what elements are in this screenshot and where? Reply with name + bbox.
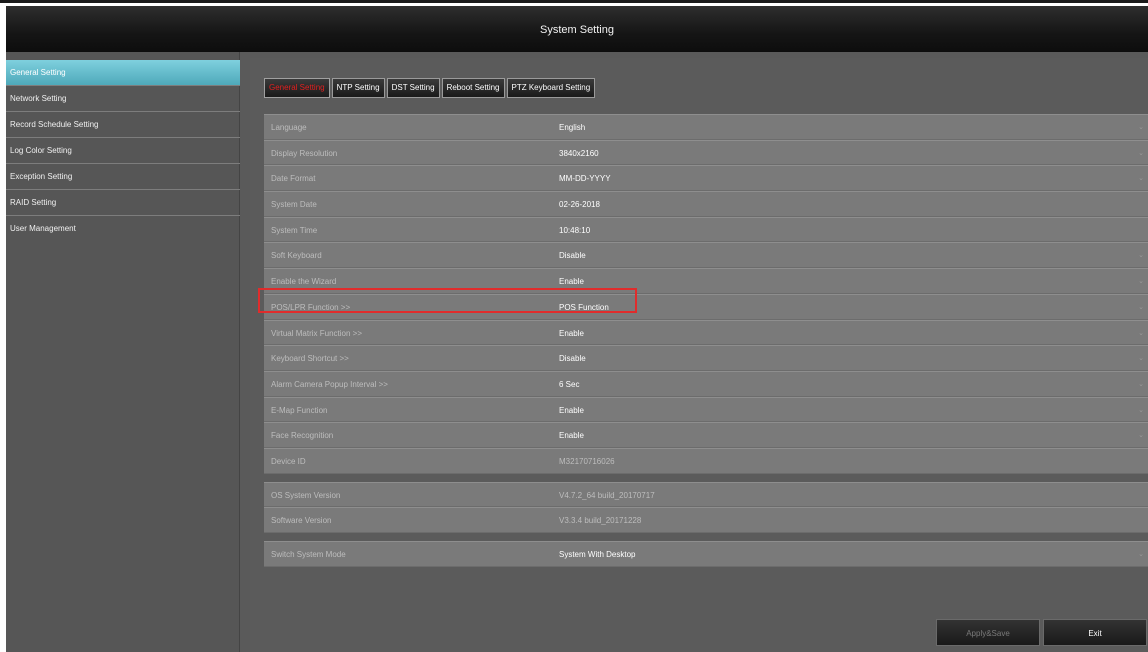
setting-label: Enable the Wizard	[271, 277, 337, 287]
setting-label: Face Recognition	[271, 431, 334, 441]
setting-value-dropdown[interactable]: Disable	[559, 354, 586, 363]
sidebar-item-log-color-setting[interactable]: Log Color Setting	[6, 138, 240, 164]
setting-value-dropdown[interactable]: 6 Sec	[559, 380, 579, 389]
tab-dst-setting[interactable]: DST Setting	[386, 78, 440, 98]
setting-label: System Time	[271, 225, 318, 235]
setting-row-e-map-function[interactable]: E-Map Function Enable ⌄	[264, 396, 1148, 423]
setting-row-display-resolution[interactable]: Display Resolution 3840x2160 ⌄	[264, 139, 1148, 166]
setting-value-dropdown[interactable]: Enable	[559, 431, 584, 440]
sidebar-nav: General Setting Network Setting Record S…	[6, 52, 240, 652]
sidebar-item-raid-setting[interactable]: RAID Setting	[6, 190, 240, 216]
setting-row-pos-lpr-function[interactable]: POS/LPR Function >> POS Function ⌄	[264, 293, 1148, 320]
setting-row-device-id: Device ID M32170716026	[264, 447, 1148, 474]
setting-value-readonly: V3.3.4 build_20171228	[559, 516, 642, 526]
chevron-down-icon[interactable]: ⌄	[1138, 123, 1144, 131]
setting-row-system-time[interactable]: System Time 10:48:10	[264, 216, 1148, 243]
sidebar-item-exception-setting[interactable]: Exception Setting	[6, 164, 240, 190]
setting-label: Software Version	[271, 516, 332, 526]
setting-value-dropdown[interactable]: POS Function	[559, 303, 609, 312]
sidebar-item-record-schedule-setting[interactable]: Record Schedule Setting	[6, 112, 240, 138]
setting-row-soft-keyboard[interactable]: Soft Keyboard Disable ⌄	[264, 242, 1148, 269]
window-title: System Setting	[540, 24, 614, 36]
tab-ptz-keyboard-setting[interactable]: PTZ Keyboard Setting	[506, 78, 596, 98]
tab-bar: General Setting NTP Setting DST Setting …	[264, 78, 597, 98]
top-border	[0, 0, 1148, 3]
sidebar-item-general-setting[interactable]: General Setting	[6, 60, 240, 86]
setting-row-alarm-camera-popup-interval[interactable]: Alarm Camera Popup Interval >> 6 Sec ⌄	[264, 370, 1148, 397]
setting-label: OS System Version	[271, 490, 341, 500]
chevron-down-icon[interactable]: ⌄	[1138, 149, 1144, 157]
setting-label: Alarm Camera Popup Interval >>	[271, 379, 388, 389]
chevron-down-icon[interactable]: ⌄	[1138, 277, 1144, 285]
chevron-down-icon[interactable]: ⌄	[1138, 406, 1144, 414]
setting-label: Soft Keyboard	[271, 251, 322, 261]
tab-reboot-setting[interactable]: Reboot Setting	[441, 78, 505, 98]
setting-label: POS/LPR Function >>	[271, 302, 351, 312]
exit-button[interactable]: Exit	[1043, 619, 1147, 646]
setting-value-readonly: V4.7.2_64 build_20170717	[559, 490, 655, 500]
setting-value-dropdown[interactable]: System With Desktop	[559, 550, 635, 559]
tab-ntp-setting[interactable]: NTP Setting	[331, 78, 385, 98]
setting-label: Keyboard Shortcut >>	[271, 354, 349, 364]
chevron-down-icon[interactable]: ⌄	[1138, 303, 1144, 311]
chevron-down-icon[interactable]: ⌄	[1138, 329, 1144, 337]
setting-row-language[interactable]: Language English ⌄	[264, 114, 1148, 140]
setting-value-dropdown[interactable]: Enable	[559, 406, 584, 415]
chevron-down-icon[interactable]: ⌄	[1138, 431, 1144, 439]
setting-label: System Date	[271, 200, 317, 210]
tab-general-setting[interactable]: General Setting	[264, 78, 330, 98]
setting-row-date-format[interactable]: Date Format MM-DD-YYYY ⌄	[264, 165, 1148, 192]
setting-row-face-recognition[interactable]: Face Recognition Enable ⌄	[264, 422, 1148, 448]
setting-value-dropdown[interactable]: Enable	[559, 329, 584, 338]
setting-label: Date Format	[271, 174, 316, 184]
setting-value-dropdown[interactable]: Enable	[559, 277, 584, 286]
setting-label: Virtual Matrix Function >>	[271, 328, 363, 338]
setting-value-dropdown[interactable]: English	[559, 123, 585, 132]
title-bar: System Setting	[6, 6, 1148, 52]
chevron-down-icon[interactable]: ⌄	[1138, 354, 1144, 362]
setting-label: Language	[271, 123, 307, 132]
settings-list: Language English ⌄ Display Resolution 38…	[264, 114, 1148, 567]
setting-row-enable-wizard[interactable]: Enable the Wizard Enable ⌄	[264, 268, 1148, 294]
setting-label: Display Resolution	[271, 148, 338, 158]
setting-row-keyboard-shortcut[interactable]: Keyboard Shortcut >> Disable ⌄	[264, 345, 1148, 371]
apply-save-button[interactable]: Apply&Save	[936, 619, 1040, 646]
setting-label: Switch System Mode	[271, 550, 346, 559]
chevron-down-icon[interactable]: ⌄	[1138, 380, 1144, 388]
setting-row-switch-system-mode[interactable]: Switch System Mode System With Desktop ⌄	[264, 541, 1148, 567]
settings-panel: General Setting NTP Setting DST Setting …	[250, 58, 1148, 652]
sidebar-item-user-management[interactable]: User Management	[6, 216, 240, 242]
chevron-down-icon[interactable]: ⌄	[1138, 251, 1144, 259]
setting-row-os-system-version: OS System Version V4.7.2_64 build_201707…	[264, 481, 1148, 508]
setting-value-field[interactable]: 02-26-2018	[559, 200, 600, 209]
setting-value-dropdown[interactable]: Disable	[559, 251, 586, 260]
chevron-down-icon[interactable]: ⌄	[1138, 174, 1144, 182]
setting-row-software-version: Software Version V3.3.4 build_20171228	[264, 507, 1148, 533]
setting-value-dropdown[interactable]: 3840x2160	[559, 149, 599, 158]
setting-value-dropdown[interactable]: MM-DD-YYYY	[559, 174, 611, 183]
setting-label: E-Map Function	[271, 405, 328, 415]
sidebar-item-network-setting[interactable]: Network Setting	[6, 86, 240, 112]
setting-value-field[interactable]: 10:48:10	[559, 226, 590, 235]
chevron-down-icon[interactable]: ⌄	[1138, 550, 1144, 558]
setting-row-system-date[interactable]: System Date 02-26-2018	[264, 191, 1148, 217]
setting-row-virtual-matrix-function[interactable]: Virtual Matrix Function >> Enable ⌄	[264, 319, 1148, 346]
setting-label: Device ID	[271, 456, 306, 466]
system-setting-window: System Setting General Setting Network S…	[6, 6, 1148, 652]
setting-value-readonly: M32170716026	[559, 456, 615, 466]
